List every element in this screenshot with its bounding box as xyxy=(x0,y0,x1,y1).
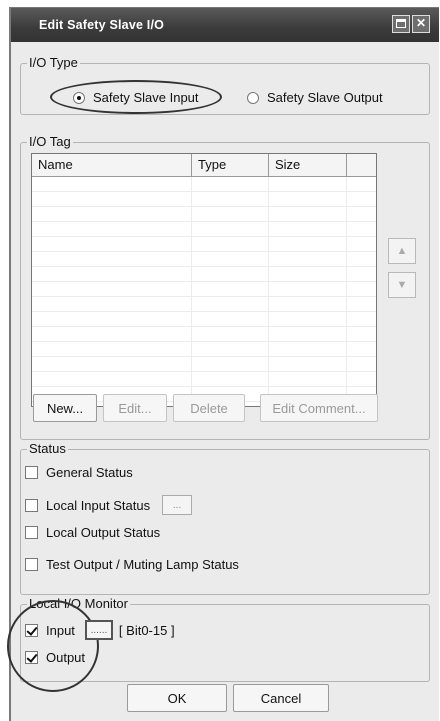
radio-safety-slave-input[interactable]: Safety Slave Input xyxy=(73,90,199,105)
maximize-icon[interactable] xyxy=(392,15,410,33)
table-row xyxy=(32,237,376,252)
column-name[interactable]: Name xyxy=(32,154,192,176)
checkbox-local-output-status[interactable]: Local Output Status xyxy=(25,525,160,540)
ok-button[interactable]: OK xyxy=(127,684,227,712)
table-row xyxy=(32,282,376,297)
cancel-button[interactable]: Cancel xyxy=(233,684,329,712)
checkbox-general-status[interactable]: General Status xyxy=(25,465,133,480)
radio-label: Safety Slave Output xyxy=(267,90,383,105)
local-input-status-settings-button[interactable]: ... xyxy=(162,495,193,515)
radio-unselected-icon xyxy=(247,91,259,104)
table-row xyxy=(32,327,376,342)
checkbox-test-output-muting[interactable]: Test Output / Muting Lamp Status xyxy=(25,557,239,572)
checkbox-unchecked-icon xyxy=(25,558,38,571)
radio-selected-icon xyxy=(73,91,85,104)
io-tag-table[interactable]: Name Type Size xyxy=(31,153,377,407)
column-size[interactable]: Size xyxy=(269,154,347,176)
move-down-icon: ▼ xyxy=(396,279,408,291)
checkbox-checked-icon xyxy=(25,623,38,637)
move-up-button[interactable]: ▲ xyxy=(388,238,416,264)
new-button-label: New... xyxy=(46,400,84,416)
table-header: Name Type Size xyxy=(32,154,376,177)
edit-button[interactable]: Edit... xyxy=(103,394,167,422)
table-row xyxy=(32,252,376,267)
ok-button-label: OK xyxy=(167,690,187,706)
checkbox-label: Test Output / Muting Lamp Status xyxy=(46,557,239,572)
checkbox-label: Input xyxy=(46,622,75,638)
highlight-oval-checkboxes xyxy=(7,600,99,692)
checkbox-output[interactable]: Output xyxy=(25,650,85,665)
cancel-button-label: Cancel xyxy=(260,690,302,706)
table-row xyxy=(32,207,376,222)
edit-button-label: Edit... xyxy=(118,400,152,416)
edit-safety-slave-io-dialog: Edit Safety Slave I/O ✕ I/O Type Safety … xyxy=(7,7,439,721)
io-tag-label: I/O Tag xyxy=(27,134,73,150)
title-bar: Edit Safety Slave I/O ✕ xyxy=(11,8,439,42)
checkbox-local-input-status[interactable]: Local Input Status ... xyxy=(25,495,193,515)
edit-comment-button-label: Edit Comment... xyxy=(272,400,366,416)
table-row xyxy=(32,357,376,372)
table-row xyxy=(32,297,376,312)
checkbox-label: Local Output Status xyxy=(46,525,161,540)
table-row xyxy=(32,312,376,327)
status-label: Status xyxy=(27,441,68,457)
new-button[interactable]: New... xyxy=(33,394,97,422)
table-row xyxy=(32,177,376,192)
table-row xyxy=(32,267,376,282)
table-row xyxy=(32,192,376,207)
edit-comment-button[interactable]: Edit Comment... xyxy=(260,394,378,422)
checkbox-checked-icon xyxy=(25,651,38,664)
checkbox-input[interactable]: Input ...... [ Bit0-15 ] xyxy=(25,620,175,640)
table-row xyxy=(32,342,376,357)
move-up-icon: ▲ xyxy=(396,245,408,257)
window-title: Edit Safety Slave I/O xyxy=(39,18,165,32)
checkbox-unchecked-icon xyxy=(25,466,38,479)
move-down-button[interactable]: ▼ xyxy=(388,272,416,298)
column-type[interactable]: Type xyxy=(192,154,269,176)
radio-label: Safety Slave Input xyxy=(93,90,199,105)
checkbox-unchecked-icon xyxy=(25,498,38,512)
checkbox-label: Output xyxy=(46,650,86,665)
close-icon[interactable]: ✕ xyxy=(412,15,430,33)
checkbox-label: General Status xyxy=(46,465,133,480)
io-type-label: I/O Type xyxy=(27,55,80,71)
delete-button[interactable]: Delete xyxy=(173,394,245,422)
checkbox-label: Local Input Status xyxy=(46,497,151,513)
checkbox-unchecked-icon xyxy=(25,526,38,539)
table-row xyxy=(32,222,376,237)
delete-button-label: Delete xyxy=(190,400,228,416)
bit-range-label: [ Bit0-15 ] xyxy=(118,622,175,638)
input-monitor-settings-button[interactable]: ...... xyxy=(84,620,113,640)
radio-safety-slave-output[interactable]: Safety Slave Output xyxy=(247,90,383,105)
table-row xyxy=(32,372,376,387)
